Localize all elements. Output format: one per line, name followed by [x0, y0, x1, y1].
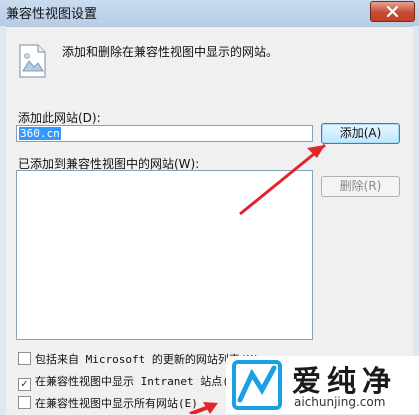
- site-page-icon: [19, 44, 46, 78]
- checkbox-intranet-box[interactable]: ✓: [18, 378, 31, 391]
- add-site-input[interactable]: 360.cn: [16, 125, 313, 142]
- window-title: 兼容性视图设置: [6, 7, 98, 22]
- title-bar: 兼容性视图设置: [0, 0, 419, 26]
- add-site-label: 添加此网站(D):: [18, 111, 101, 125]
- watermark-brand: 爱纯净: [292, 364, 398, 398]
- add-site-value: 360.cn: [19, 127, 61, 140]
- watermark-domain: aichunjing.com: [294, 395, 386, 409]
- add-button[interactable]: 添加(A): [321, 123, 400, 144]
- close-button[interactable]: [370, 1, 415, 22]
- checkbox-ms-list[interactable]: 包括来自 Microsoft 的更新的网站列表(U): [18, 351, 260, 367]
- checkbox-intranet[interactable]: ✓ 在兼容性视图中显示 Intranet 站点(I): [18, 373, 243, 391]
- remove-button[interactable]: 删除(R): [321, 176, 400, 197]
- checkbox-all-sites-box[interactable]: [18, 396, 31, 409]
- site-list[interactable]: [16, 170, 313, 340]
- checkbox-all-sites-label: 在兼容性视图中显示所有网站(E): [35, 397, 198, 410]
- close-icon: [386, 5, 399, 18]
- intro-text: 添加和删除在兼容性视图中显示的网站。: [62, 45, 279, 59]
- checkbox-all-sites[interactable]: 在兼容性视图中显示所有网站(E): [18, 395, 198, 411]
- checkbox-intranet-label: 在兼容性视图中显示 Intranet 站点(I): [35, 375, 243, 388]
- checkbox-ms-list-box[interactable]: [18, 352, 31, 365]
- brand-logo-icon: [232, 360, 282, 410]
- watermark-logo: 爱纯净 aichunjing.com: [226, 356, 419, 414]
